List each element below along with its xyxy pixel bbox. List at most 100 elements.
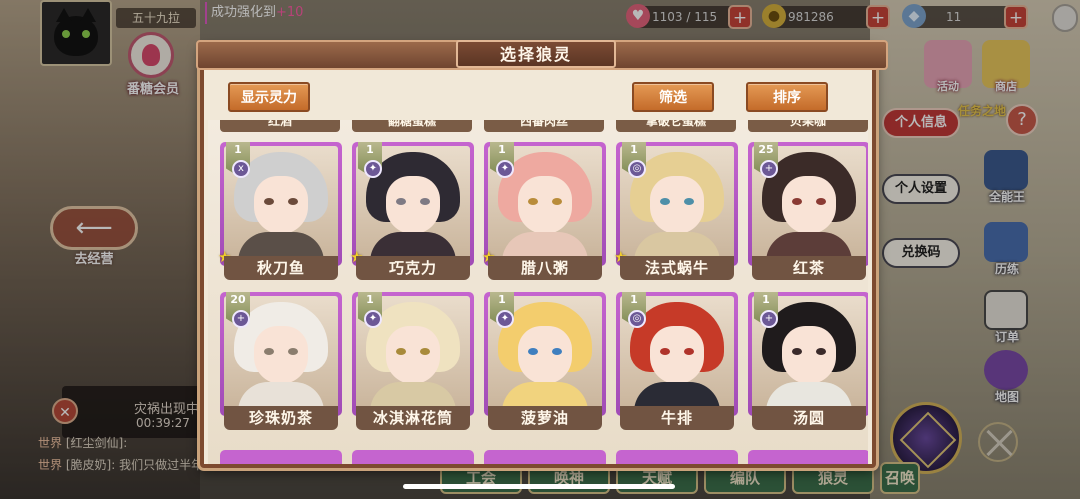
partial-card-name: 翻糖蛋糕 <box>387 120 436 128</box>
training-label: 历练 <box>994 262 1019 276</box>
home-indicator[interactable] <box>403 484 675 489</box>
map-label: 地图 <box>994 390 1019 404</box>
character-card[interactable]: 1x★秋刀鱼 <box>218 142 342 284</box>
disaster-panel[interactable]: ✕ 灾祸出现中 00:39:27 <box>52 386 204 438</box>
gem-icon: ◆ <box>902 4 926 28</box>
chat-channel: 世界 <box>38 436 63 450</box>
vip-label: 番糖会员 <box>126 82 179 97</box>
player-name: 五十九拉 <box>116 8 196 28</box>
disaster-timer: 00:39:27 <box>136 416 190 430</box>
show-power-button[interactable]: 显示灵力 <box>228 82 310 112</box>
partial-card[interactable] <box>220 450 342 464</box>
character-card[interactable]: 20 + 珍珠奶茶 <box>220 292 342 434</box>
nav-summon[interactable]: 召唤 <box>880 462 920 494</box>
event-button[interactable]: 活动 <box>924 40 972 93</box>
help-icon[interactable]: ? <box>1006 104 1038 136</box>
partial-card[interactable] <box>616 450 738 464</box>
partial-card[interactable]: 拿破仑蛋糕 <box>616 120 736 132</box>
shop-label: 商店 <box>995 80 1017 93</box>
character-card[interactable]: 1 ✦ 菠萝油 <box>484 292 606 434</box>
select-wolf-spirit-modal: 选择狼灵 显示灵力 筛选 排序 红酒 翻糖蛋糕 西番肉丝 拿破仑蛋糕 贝果咖 1… <box>196 40 888 468</box>
element-icon: ✦ <box>364 310 382 328</box>
element-icon: x <box>232 160 250 178</box>
character-name: 冰淇淋花筒 <box>356 406 470 430</box>
goto-business-button[interactable]: ⟵ 去经营 <box>44 200 144 272</box>
character-card[interactable]: 1 ◎ 牛排 <box>616 292 738 434</box>
shop-button[interactable]: 商店 <box>982 40 1030 93</box>
character-card[interactable]: 25 + 红茶 <box>748 142 868 284</box>
element-icon: + <box>760 310 778 328</box>
modal-title-bar: 选择狼灵 <box>196 40 888 70</box>
orders-button[interactable]: 订单 <box>972 290 1042 350</box>
character-card[interactable]: 1✦★巧克力 <box>350 142 474 284</box>
partial-card[interactable] <box>484 450 606 464</box>
orders-label: 订单 <box>994 330 1019 344</box>
character-card[interactable]: 1◎★法式蜗牛 <box>614 142 738 284</box>
partial-card[interactable]: 西番肉丝 <box>484 120 604 132</box>
element-icon: ✦ <box>496 160 514 178</box>
sort-button[interactable]: 排序 <box>746 82 828 112</box>
partial-card-name: 贝果咖 <box>789 120 826 128</box>
goto-business-label: 去经营 <box>74 252 114 267</box>
chat-channel: 世界 <box>38 458 63 472</box>
partial-card[interactable]: 贝果咖 <box>748 120 868 132</box>
character-name: 珍珠奶茶 <box>224 406 338 430</box>
stamina-counter: ♥ 1103 / 115 + <box>626 4 752 29</box>
all-rounder-label: 全能王 <box>988 190 1025 204</box>
character-name: 秋刀鱼 <box>224 256 338 280</box>
element-icon: + <box>232 310 250 328</box>
notice-ticker: 成功强化到+10 <box>205 2 303 24</box>
all-rounder-button[interactable]: 全能王 <box>972 150 1042 210</box>
character-card[interactable]: 1 ✦ 冰淇淋花筒 <box>352 292 474 434</box>
side-toggle-button[interactable] <box>1052 4 1078 32</box>
personal-settings-button[interactable]: 个人设置 <box>882 174 960 204</box>
character-card[interactable]: 1✦★腊八粥 <box>482 142 606 284</box>
filter-button[interactable]: 筛选 <box>632 82 714 112</box>
gem-counter: ◆ 11 + <box>902 4 1028 29</box>
partial-card[interactable]: 翻糖蛋糕 <box>352 120 472 132</box>
cat-avatar-icon <box>54 8 98 56</box>
event-label: 活动 <box>937 80 959 93</box>
right-top-icons: 活动 商店 <box>878 40 1078 96</box>
partial-card[interactable] <box>748 450 868 464</box>
task-label[interactable]: 任务之地 <box>958 104 1006 118</box>
element-icon: ✦ <box>364 160 382 178</box>
training-button[interactable]: 历练 <box>972 222 1042 282</box>
partial-card-name: 拿破仑蛋糕 <box>645 120 706 128</box>
redeem-code-button[interactable]: 兑换码 <box>882 238 960 268</box>
book-icon <box>984 222 1028 262</box>
character-name: 巧克力 <box>356 256 470 280</box>
add-gold-button[interactable]: + <box>866 5 890 29</box>
add-gem-button[interactable]: + <box>1004 5 1028 29</box>
add-stamina-button[interactable]: + <box>728 5 752 29</box>
partial-card[interactable]: 红酒 <box>220 120 340 132</box>
partial-card-name: 红酒 <box>267 120 292 128</box>
candy-icon <box>128 32 174 78</box>
map-icon <box>984 350 1028 390</box>
element-icon: ◎ <box>628 310 646 328</box>
notice-value: +10 <box>276 5 304 20</box>
personal-info-button[interactable]: 个人信息 <box>882 108 960 138</box>
clipboard-icon <box>984 290 1028 330</box>
crown-icon <box>984 150 1028 190</box>
character-name: 牛排 <box>620 406 734 430</box>
player-avatar[interactable] <box>40 0 112 66</box>
character-card[interactable]: 1 + 汤圆 <box>748 292 868 434</box>
close-icon[interactable]: ✕ <box>52 398 78 424</box>
map-button[interactable]: 地图 <box>972 350 1042 410</box>
character-name: 汤圆 <box>752 406 866 430</box>
disaster-title: 灾祸出现中 <box>134 402 200 417</box>
vip-member-button[interactable]: 番糖会员 <box>118 32 188 102</box>
element-icon: ◎ <box>628 160 646 178</box>
partial-card[interactable] <box>352 450 474 464</box>
top-hud: 五十九拉 成功强化到+10 ♥ 1103 / 115 + ● 981286 + … <box>0 0 1080 66</box>
heart-icon: ♥ <box>626 4 650 28</box>
card-grid[interactable]: 红酒 翻糖蛋糕 西番肉丝 拿破仑蛋糕 贝果咖 1x★秋刀鱼1✦★巧克力1✦★腊八… <box>208 120 868 464</box>
character-name: 菠萝油 <box>488 406 602 430</box>
crossed-swords-icon[interactable] <box>978 422 1018 462</box>
modal-title: 选择狼灵 <box>456 40 616 68</box>
character-name: 法式蜗牛 <box>620 256 734 280</box>
chat-text: [红尘剑仙]: <box>65 436 128 450</box>
element-icon: + <box>760 160 778 178</box>
notice-text: 成功强化到 <box>211 5 277 20</box>
